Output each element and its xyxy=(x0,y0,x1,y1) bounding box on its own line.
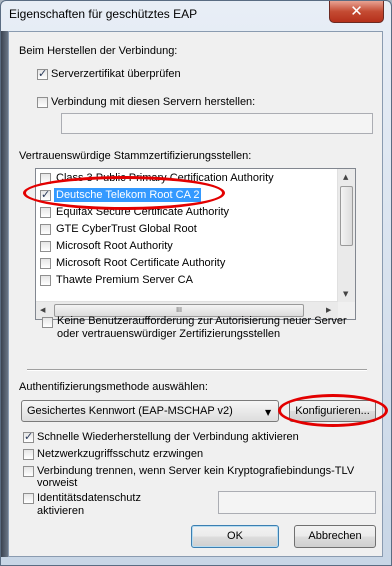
list-item-checkbox[interactable] xyxy=(40,224,51,235)
list-item-checkbox[interactable] xyxy=(40,188,51,201)
no-prompt-label-line2[interactable]: oder vertrauenswürdiger Zertifizierungss… xyxy=(57,328,280,340)
auth-method-value: Gesichertes Kennwort (EAP-MSCHAP v2) xyxy=(27,405,233,417)
verify-server-cert-checkbox[interactable] xyxy=(37,67,48,80)
scroll-down-icon[interactable]: ▼ xyxy=(343,290,348,298)
list-item-label: Thawte Premium Server CA xyxy=(56,274,193,286)
vertical-scroll-thumb[interactable] xyxy=(340,186,353,246)
close-button[interactable]: ✕ xyxy=(329,1,384,23)
ok-button[interactable]: OK xyxy=(191,525,279,548)
identity-privacy-label-line1[interactable]: Identitätsdatenschutz xyxy=(37,492,141,504)
scroll-left-icon[interactable]: ◀ xyxy=(40,306,45,314)
identity-privacy-label-line2[interactable]: aktivieren xyxy=(37,505,84,517)
list-item[interactable]: Thawte Premium Server CA xyxy=(36,272,336,289)
list-item[interactable]: Microsoft Root Certificate Authority xyxy=(36,255,336,272)
crypto-binding-checkbox[interactable] xyxy=(23,466,34,477)
scroll-right-icon[interactable]: ▶ xyxy=(326,306,331,314)
section-divider xyxy=(27,369,367,371)
connect-servers-checkbox[interactable] xyxy=(37,97,48,108)
list-item-checkbox[interactable] xyxy=(40,207,51,218)
list-item[interactable]: Microsoft Root Authority xyxy=(36,238,336,255)
vertical-scrollbar[interactable]: ▲ ▼ xyxy=(337,169,355,302)
nap-label[interactable]: Netzwerkzugriffsschutz erzwingen xyxy=(37,448,203,460)
trusted-roots-heading: Vertrauenswürdige Stammzertifizierungsst… xyxy=(19,150,252,162)
trusted-roots-list[interactable]: Class 3 Public Primary Certification Aut… xyxy=(35,168,356,320)
fast-reconnect-label[interactable]: Schnelle Wiederherstellung der Verbindun… xyxy=(37,431,299,443)
list-item-label: Microsoft Root Authority xyxy=(56,240,173,252)
crypto-binding-label-line1[interactable]: Verbindung trennen, wenn Server kein Kry… xyxy=(37,465,354,477)
list-item-label: Class 3 Public Primary Certification Aut… xyxy=(56,172,274,184)
dialog-window: Eigenschaften für geschütztes EAP ✕ Beim… xyxy=(0,0,392,566)
cancel-button[interactable]: Abbrechen xyxy=(294,525,376,548)
list-item-checkbox[interactable] xyxy=(40,275,51,286)
list-item-label: GTE CyberTrust Global Root xyxy=(56,223,197,235)
auth-method-heading: Authentifizierungsmethode auswählen: xyxy=(19,381,208,393)
connection-heading: Beim Herstellen der Verbindung: xyxy=(19,45,178,57)
no-prompt-checkbox[interactable] xyxy=(42,317,53,328)
list-item-checkbox[interactable] xyxy=(40,258,51,269)
identity-input[interactable] xyxy=(218,491,376,514)
list-item-label: Microsoft Root Certificate Authority xyxy=(56,257,226,269)
background-window-edge xyxy=(1,31,8,557)
window-title: Eigenschaften für geschütztes EAP xyxy=(9,7,198,21)
crypto-binding-label-line2[interactable]: vorweist xyxy=(37,477,77,489)
list-item-checkbox[interactable] xyxy=(40,241,51,252)
identity-privacy-checkbox[interactable] xyxy=(23,493,34,504)
servers-input[interactable] xyxy=(61,113,373,134)
close-icon: ✕ xyxy=(350,2,363,20)
list-item-label: Deutsche Telekom Root CA 2 xyxy=(54,188,202,202)
fast-reconnect-checkbox[interactable] xyxy=(23,430,34,443)
connect-servers-label[interactable]: Verbindung mit diesen Servern herstellen… xyxy=(51,96,255,108)
list-item[interactable]: GTE CyberTrust Global Root xyxy=(36,221,336,238)
nap-checkbox[interactable] xyxy=(23,449,34,460)
list-item-checkbox[interactable] xyxy=(40,173,51,184)
list-item-selected[interactable]: Deutsche Telekom Root CA 2 xyxy=(36,187,336,204)
configure-button[interactable]: Konfigurieren... xyxy=(289,400,376,422)
no-prompt-label-line1[interactable]: Keine Benutzeraufforderung zur Autorisie… xyxy=(57,315,347,327)
list-item[interactable]: Equifax Secure Certificate Authority xyxy=(36,204,336,221)
auth-method-select[interactable]: Gesichertes Kennwort (EAP-MSCHAP v2) ▼ xyxy=(21,400,279,422)
list-item-label: Equifax Secure Certificate Authority xyxy=(56,206,230,218)
chevron-down-icon[interactable]: ▼ xyxy=(265,408,271,417)
scroll-up-icon[interactable]: ▲ xyxy=(343,173,348,181)
list-item[interactable]: Class 3 Public Primary Certification Aut… xyxy=(36,170,336,187)
title-bar[interactable]: Eigenschaften für geschütztes EAP ✕ xyxy=(1,1,391,31)
dialog-client-area: Beim Herstellen der Verbindung: Serverze… xyxy=(8,31,383,557)
verify-server-cert-label[interactable]: Serverzertifikat überprüfen xyxy=(51,68,181,80)
